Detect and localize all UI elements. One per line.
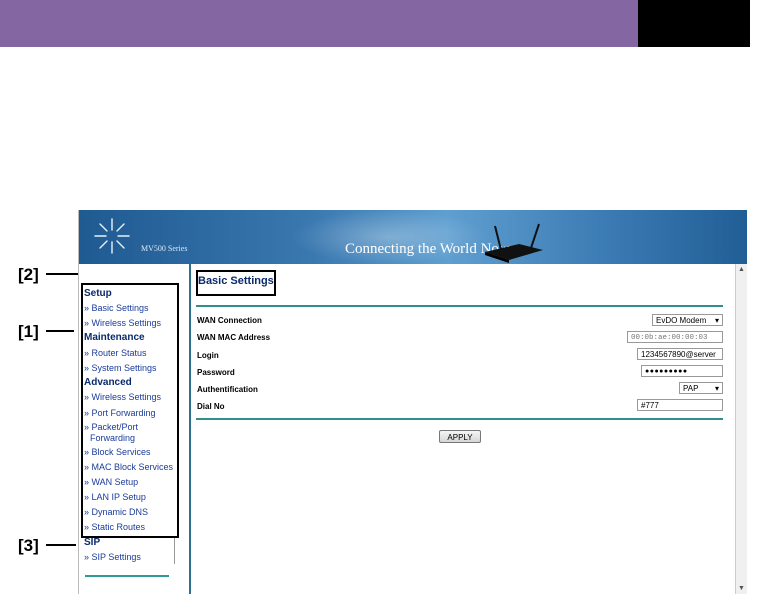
sidebar-item-basic-settings[interactable]: » Basic Settings bbox=[84, 303, 149, 314]
authentification-select[interactable]: PAP bbox=[679, 382, 723, 395]
settings-panel: Basic Settings WAN Connection EvDO Modem… bbox=[191, 264, 735, 594]
title-divider bbox=[196, 305, 723, 307]
scrollbar[interactable]: ▲ ▼ bbox=[735, 264, 747, 594]
series-label: MV500 Series bbox=[141, 244, 188, 253]
wan-connection-select[interactable]: EvDO Modem bbox=[652, 314, 723, 327]
password-input[interactable]: ●●●●●●●●● bbox=[641, 365, 723, 377]
label-password: Password bbox=[197, 368, 235, 377]
page-title: Basic Settings bbox=[198, 275, 274, 287]
label-authentification: Authentification bbox=[197, 385, 258, 394]
login-input[interactable]: 1234567890@server bbox=[637, 348, 723, 360]
sidebar-item-dynamic-dns[interactable]: » Dynamic DNS bbox=[84, 507, 148, 518]
sidebar-item-port-forwarding[interactable]: » Port Forwarding bbox=[84, 408, 156, 419]
sidebar-item-wan-setup[interactable]: » WAN Setup bbox=[84, 477, 138, 488]
sidebar-heading-maintenance: Maintenance bbox=[84, 332, 145, 343]
scroll-down-icon[interactable]: ▼ bbox=[738, 585, 745, 592]
sidebar-heading-advanced: Advanced bbox=[84, 377, 132, 388]
label-dial-no: Dial No bbox=[197, 402, 225, 411]
callout-1-line bbox=[46, 330, 74, 332]
router-image-icon bbox=[485, 223, 543, 263]
banner: MV500 Series Connecting the World Now bbox=[79, 210, 747, 264]
sidebar-item-mac-block-services[interactable]: » MAC Block Services bbox=[84, 462, 173, 473]
sidebar-nav: Setup » Basic Settings » Wireless Settin… bbox=[79, 264, 191, 594]
sidebar-item-wireless-settings[interactable]: » Wireless Settings bbox=[84, 318, 161, 329]
logo-icon bbox=[94, 218, 130, 254]
callout-3: [3] bbox=[18, 536, 39, 555]
sidebar-item-system-settings[interactable]: » System Settings bbox=[84, 363, 157, 374]
label-wan-connection: WAN Connection bbox=[197, 316, 262, 325]
sidebar-item-packet-port-cont[interactable]: Forwarding bbox=[90, 433, 135, 444]
sidebar-heading-sip: SIP bbox=[84, 537, 101, 548]
scroll-up-icon[interactable]: ▲ bbox=[738, 266, 745, 273]
dial-no-input[interactable]: #777 bbox=[637, 399, 723, 411]
sidebar-item-block-services[interactable]: » Block Services bbox=[84, 447, 151, 458]
callout-1: [1] bbox=[18, 322, 39, 341]
sidebar-heading-setup: Setup bbox=[84, 288, 112, 299]
sidebar-item-adv-wireless-settings[interactable]: » Wireless Settings bbox=[84, 392, 161, 403]
callout-3-line bbox=[46, 544, 76, 546]
sidebar-item-router-status[interactable]: » Router Status bbox=[84, 348, 147, 359]
label-wan-mac: WAN MAC Address bbox=[197, 333, 271, 342]
sidebar-item-sip-settings[interactable]: » SIP Settings bbox=[84, 552, 141, 563]
sidebar-item-lan-ip-setup[interactable]: » LAN IP Setup bbox=[84, 492, 146, 503]
document-header-bar bbox=[0, 0, 638, 47]
wan-mac-field[interactable]: 00:0b:ae:00:00:03 bbox=[627, 331, 723, 343]
callout-2: [2] bbox=[18, 265, 39, 284]
sidebar-item-static-routes[interactable]: » Static Routes bbox=[84, 522, 145, 533]
document-header-block bbox=[638, 0, 750, 47]
label-login: Login bbox=[197, 351, 219, 360]
sidebar-item-packet-port[interactable]: » Packet/Port bbox=[84, 422, 138, 433]
form-divider bbox=[196, 418, 723, 420]
apply-button[interactable]: APPLY bbox=[439, 430, 481, 443]
router-web-ui: MV500 Series Connecting the World Now Se… bbox=[78, 210, 747, 594]
